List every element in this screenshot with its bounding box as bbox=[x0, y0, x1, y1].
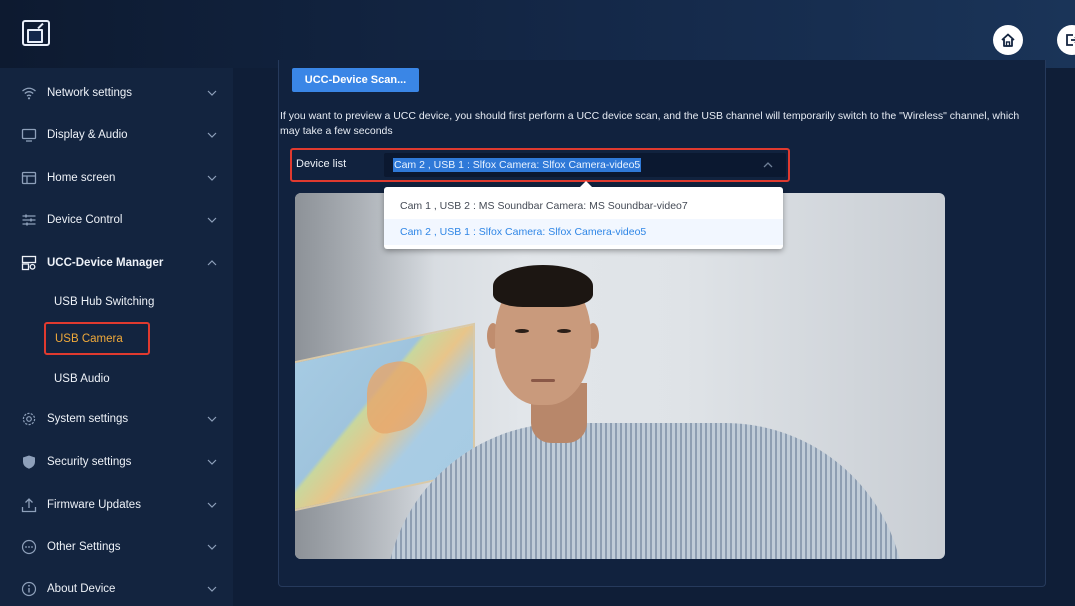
device-option-selected[interactable]: Cam 2 , USB 1 : Slfox Camera: Slfox Came… bbox=[384, 219, 783, 245]
home-button[interactable] bbox=[993, 25, 1023, 55]
sidebar-item-other-settings[interactable]: Other Settings bbox=[0, 526, 233, 568]
sidebar-subitem-label: USB Audio bbox=[54, 373, 110, 385]
sidebar-subitem-usb-audio[interactable]: USB Audio bbox=[0, 360, 233, 398]
wifi-icon bbox=[20, 84, 38, 102]
top-bar bbox=[0, 0, 1075, 68]
device-manager-icon bbox=[20, 254, 38, 272]
ucc-device-scan-button[interactable]: UCC-Device Scan... bbox=[292, 68, 419, 92]
sliders-icon bbox=[20, 211, 38, 229]
info-icon bbox=[20, 580, 38, 598]
sidebar-item-security-settings[interactable]: Security settings bbox=[0, 441, 233, 483]
monitor-icon bbox=[20, 126, 38, 144]
sidebar-item-label: Network settings bbox=[47, 87, 133, 99]
sidebar-item-home-screen[interactable]: Home screen bbox=[0, 157, 233, 199]
device-list-dropdown: Cam 1 , USB 2 : MS Soundbar Camera: MS S… bbox=[384, 181, 783, 249]
sidebar-item-label: Other Settings bbox=[47, 541, 121, 553]
chevron-down-icon bbox=[206, 172, 218, 184]
device-list-selected-value: Cam 2 , USB 1 : Slfox Camera: Slfox Came… bbox=[393, 158, 642, 172]
sidebar-item-device-control[interactable]: Device Control bbox=[0, 199, 233, 241]
sidebar-item-ucc-device-manager[interactable]: UCC-Device Manager bbox=[0, 242, 233, 284]
sidebar-subitem-label: USB Hub Switching bbox=[54, 296, 155, 308]
sidebar-item-label: Home screen bbox=[47, 172, 116, 184]
sidebar-item-firmware-updates[interactable]: Firmware Updates bbox=[0, 484, 233, 526]
shield-icon bbox=[20, 453, 38, 471]
sidebar-item-system-settings[interactable]: System settings bbox=[0, 398, 233, 440]
chevron-down-icon bbox=[206, 499, 218, 511]
chevron-down-icon bbox=[206, 583, 218, 595]
sidebar-item-label: About Device bbox=[47, 583, 116, 595]
sidebar-item-label: Device Control bbox=[47, 214, 123, 226]
sidebar-item-label: Firmware Updates bbox=[47, 499, 141, 511]
sidebar-item-network-settings[interactable]: Network settings bbox=[0, 72, 233, 114]
sidebar-item-label: System settings bbox=[47, 413, 129, 425]
device-option[interactable]: Cam 1 , USB 2 : MS Soundbar Camera: MS S… bbox=[384, 193, 783, 219]
sidebar-subitem-usb-hub-switching[interactable]: USB Hub Switching bbox=[0, 283, 233, 321]
chevron-down-icon bbox=[206, 541, 218, 553]
sidebar-item-about-device[interactable]: About Device bbox=[0, 568, 233, 606]
device-list-label: Device list bbox=[296, 158, 347, 170]
device-list-select[interactable]: Cam 2 , USB 1 : Slfox Camera: Slfox Came… bbox=[384, 153, 786, 177]
upload-icon bbox=[20, 496, 38, 514]
chevron-up-icon bbox=[206, 257, 218, 269]
sidebar-item-label: UCC-Device Manager bbox=[47, 257, 164, 269]
chevron-down-icon bbox=[206, 87, 218, 99]
home-screen-icon bbox=[20, 169, 38, 187]
logout-button[interactable] bbox=[1057, 25, 1075, 55]
sidebar-subitem-usb-camera[interactable]: USB Camera bbox=[44, 322, 150, 355]
chevron-down-icon bbox=[206, 214, 218, 226]
sidebar-item-label: Security settings bbox=[47, 456, 132, 468]
more-icon bbox=[20, 538, 38, 556]
chevron-down-icon bbox=[206, 413, 218, 425]
sidebar-item-label: Display & Audio bbox=[47, 129, 128, 141]
chevron-down-icon bbox=[206, 129, 218, 141]
logout-icon bbox=[1066, 34, 1075, 46]
chevron-down-icon bbox=[206, 456, 218, 468]
gear-icon bbox=[20, 410, 38, 428]
scan-description: If you want to preview a UCC device, you… bbox=[280, 110, 1020, 137]
sidebar-item-display-audio[interactable]: Display & Audio bbox=[0, 114, 233, 156]
chevron-up-icon bbox=[762, 159, 774, 171]
home-icon bbox=[1001, 33, 1015, 47]
cast-logo-icon bbox=[22, 20, 50, 46]
sidebar-subitem-label: USB Camera bbox=[55, 333, 123, 345]
